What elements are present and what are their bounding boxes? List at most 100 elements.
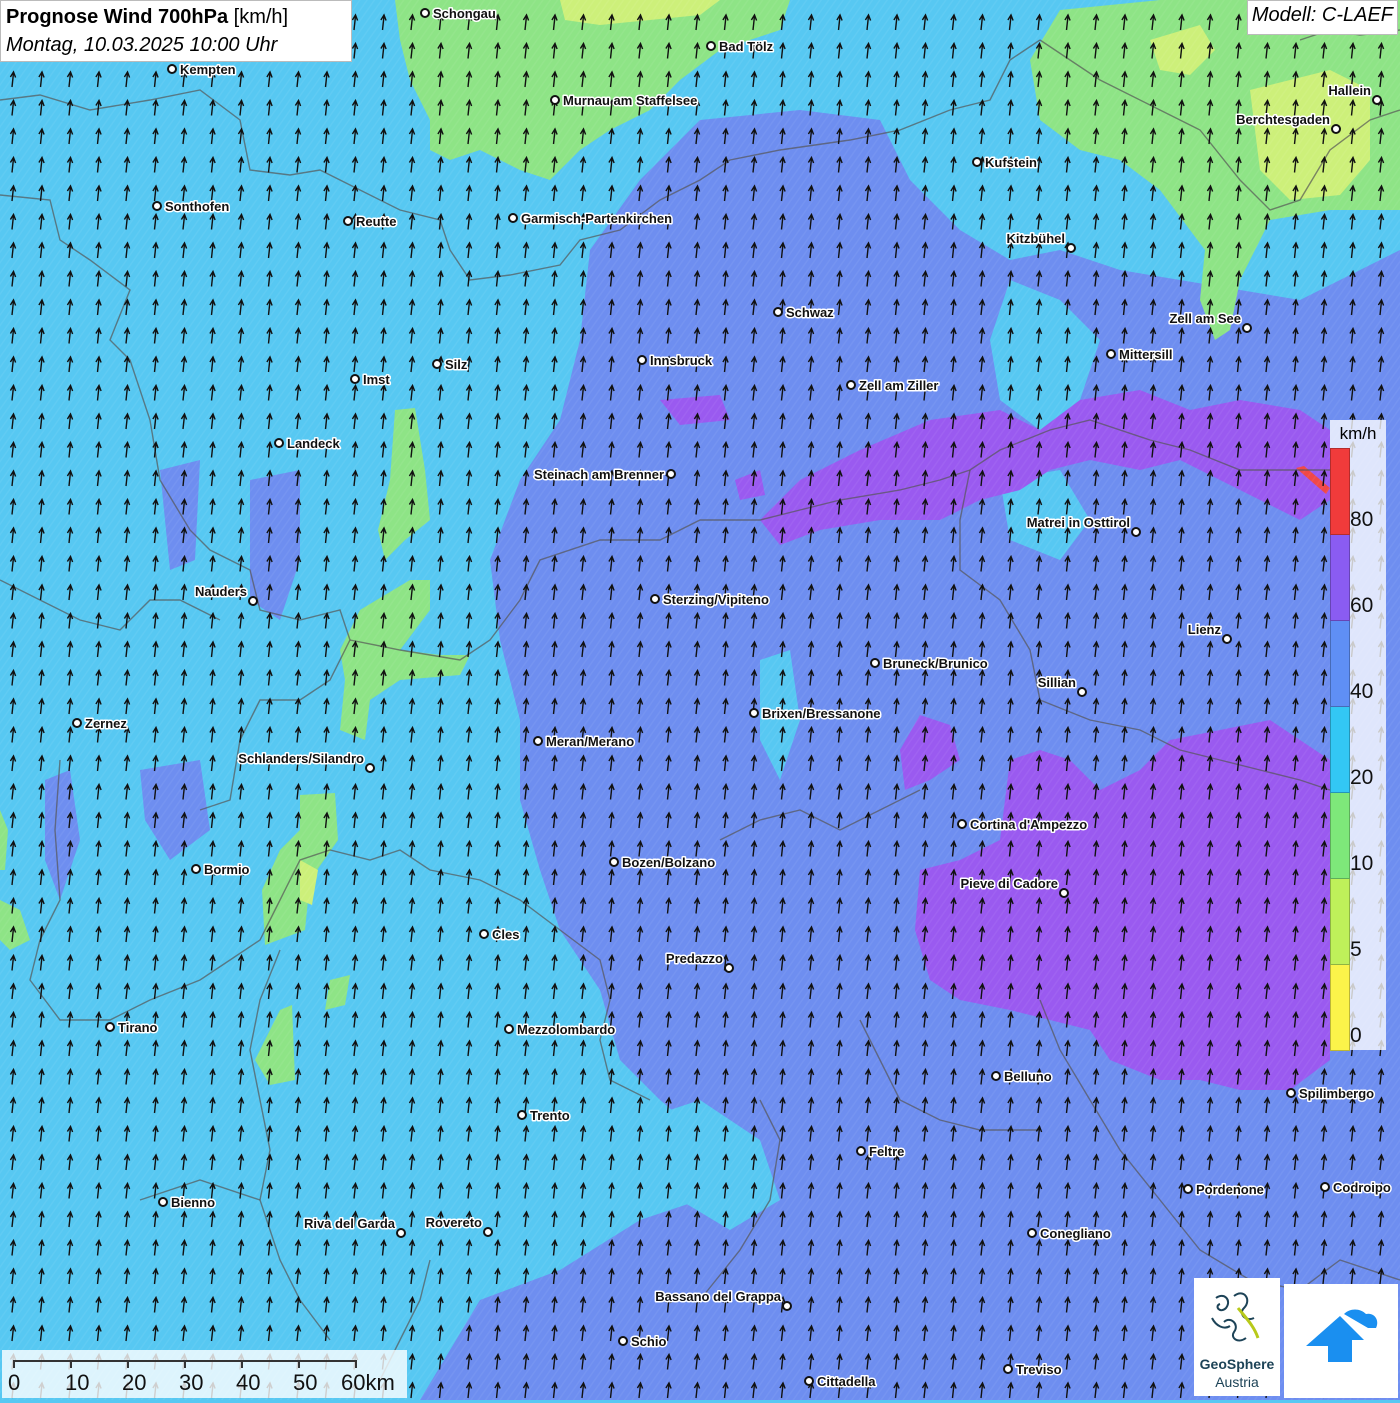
city-label: Steinach am Brenner bbox=[534, 467, 664, 482]
city-label: Schwaz bbox=[786, 305, 834, 320]
legend-label: 80 bbox=[1350, 508, 1374, 531]
legend-color-bar: 0 5 10 20 40 60 80 bbox=[1330, 448, 1373, 1051]
wind-map: Schongau Bad Tölz Kempten Murnau am Staffel… bbox=[0, 0, 1400, 1400]
city-dot bbox=[706, 41, 716, 51]
city-dot bbox=[1027, 1228, 1037, 1238]
city-label: Hallein bbox=[1328, 83, 1371, 98]
city-marker: Bozen/Bolzano bbox=[609, 854, 717, 872]
legend: km/h 0 5 10 20 40 60 80 bbox=[1330, 420, 1386, 1051]
geosphere-logo: GeoSphere Austria bbox=[1194, 1278, 1280, 1396]
city-dot bbox=[508, 213, 518, 223]
city-label: Zell am Ziller bbox=[859, 378, 938, 393]
city-label: Landeck bbox=[287, 436, 341, 451]
city-label: Berchtesgaden bbox=[1236, 112, 1330, 127]
city-dot bbox=[870, 658, 880, 668]
city-marker: Garmisch-Partenkirchen bbox=[508, 210, 674, 228]
city-label: Silz bbox=[445, 357, 468, 372]
city-dot bbox=[1286, 1088, 1296, 1098]
city-dot bbox=[517, 1110, 527, 1120]
city-marker: Pordenone bbox=[1183, 1181, 1265, 1199]
city-marker: Spilimbergo bbox=[1286, 1085, 1376, 1103]
legend-swatch bbox=[1330, 706, 1350, 793]
city-label: Schio bbox=[631, 1334, 666, 1349]
city-marker: Mezzolombardo bbox=[504, 1021, 617, 1039]
city-dot bbox=[1131, 527, 1141, 537]
city-dot bbox=[804, 1376, 814, 1386]
city-label: Cles bbox=[492, 927, 519, 942]
city-label: Feltre bbox=[869, 1144, 904, 1159]
city-label: Conegliano bbox=[1040, 1226, 1111, 1241]
scale-label: 10 bbox=[65, 1370, 90, 1395]
scale-label: 60km bbox=[341, 1370, 395, 1395]
legend-unit: km/h bbox=[1339, 424, 1377, 443]
legend-swatch bbox=[1330, 878, 1350, 965]
city-label: Meran/Merano bbox=[546, 734, 634, 749]
city-dot bbox=[432, 359, 442, 369]
geosphere-logo-line2: Austria bbox=[1215, 1374, 1259, 1390]
legend-label: 40 bbox=[1350, 680, 1374, 703]
city-label: Pieve di Cadore bbox=[960, 876, 1058, 891]
scale-label: 50 bbox=[293, 1370, 318, 1395]
city-label: Bienno bbox=[171, 1195, 215, 1210]
city-label: Bozen/Bolzano bbox=[622, 855, 715, 870]
city-dot bbox=[1222, 634, 1232, 644]
city-label: Tirano bbox=[118, 1020, 158, 1035]
city-label: Sillian bbox=[1038, 675, 1076, 690]
legend-swatch bbox=[1330, 534, 1350, 621]
city-dot bbox=[479, 929, 489, 939]
city-dot bbox=[1183, 1184, 1193, 1194]
city-label: Zell am See bbox=[1169, 311, 1241, 326]
city-dot bbox=[350, 374, 360, 384]
app-logo bbox=[1284, 1284, 1398, 1398]
city-dot bbox=[105, 1022, 115, 1032]
scale-tick bbox=[13, 1360, 15, 1368]
city-dot bbox=[396, 1228, 406, 1238]
city-dot bbox=[609, 857, 619, 867]
city-marker: Conegliano bbox=[1027, 1225, 1112, 1243]
city-label: Treviso bbox=[1016, 1362, 1062, 1377]
scale-tick bbox=[355, 1360, 357, 1368]
city-label: Kufstein bbox=[985, 155, 1037, 170]
geosphere-emblem-icon bbox=[1211, 1292, 1260, 1342]
city-dot bbox=[1320, 1182, 1330, 1192]
city-dot bbox=[152, 201, 162, 211]
legend-swatch bbox=[1330, 448, 1350, 535]
city-dot bbox=[637, 355, 647, 365]
city-dot bbox=[972, 157, 982, 167]
city-dot bbox=[274, 438, 284, 448]
city-dot bbox=[846, 380, 856, 390]
city-dot bbox=[773, 307, 783, 317]
city-label: Bruneck/Brunico bbox=[883, 656, 988, 671]
city-label: Spilimbergo bbox=[1299, 1086, 1374, 1101]
city-label: Zernez bbox=[85, 716, 127, 731]
scale-tick bbox=[241, 1360, 243, 1368]
forecast-datetime: Montag, 10.03.2025 10:00 Uhr bbox=[6, 34, 278, 56]
city-label: Sterzing/Vipiteno bbox=[663, 592, 769, 607]
legend-swatch bbox=[1330, 964, 1350, 1051]
city-label: Nauders bbox=[195, 584, 247, 599]
city-label: Predazzo bbox=[666, 951, 723, 966]
city-label: Kempten bbox=[180, 62, 236, 77]
city-dot bbox=[1106, 349, 1116, 359]
city-marker: Bruneck/Brunico bbox=[870, 655, 989, 673]
city-label: Rovereto bbox=[426, 1215, 482, 1230]
city-label: Lienz bbox=[1188, 622, 1222, 637]
city-marker: Cortina d'Ampezzo bbox=[957, 816, 1089, 834]
city-label: Sonthofen bbox=[165, 199, 229, 214]
city-marker: Sonthofen bbox=[152, 198, 231, 216]
city-dot bbox=[1059, 888, 1069, 898]
scale-tick bbox=[127, 1360, 129, 1368]
city-dot bbox=[957, 819, 967, 829]
city-label: Mezzolombardo bbox=[517, 1022, 615, 1037]
city-label: Imst bbox=[363, 372, 390, 387]
city-dot bbox=[856, 1146, 866, 1156]
city-label: Bormio bbox=[204, 862, 250, 877]
city-dot bbox=[191, 864, 201, 874]
city-label: Trento bbox=[530, 1108, 570, 1123]
city-marker: Steinach am Brenner bbox=[532, 466, 676, 484]
city-marker: Meran/Merano bbox=[533, 733, 636, 751]
city-dot bbox=[1331, 124, 1341, 134]
cloud-arrow-icon bbox=[1306, 1309, 1378, 1362]
city-marker: Murnau am Staffelsee bbox=[550, 92, 699, 110]
city-dot bbox=[167, 64, 177, 74]
